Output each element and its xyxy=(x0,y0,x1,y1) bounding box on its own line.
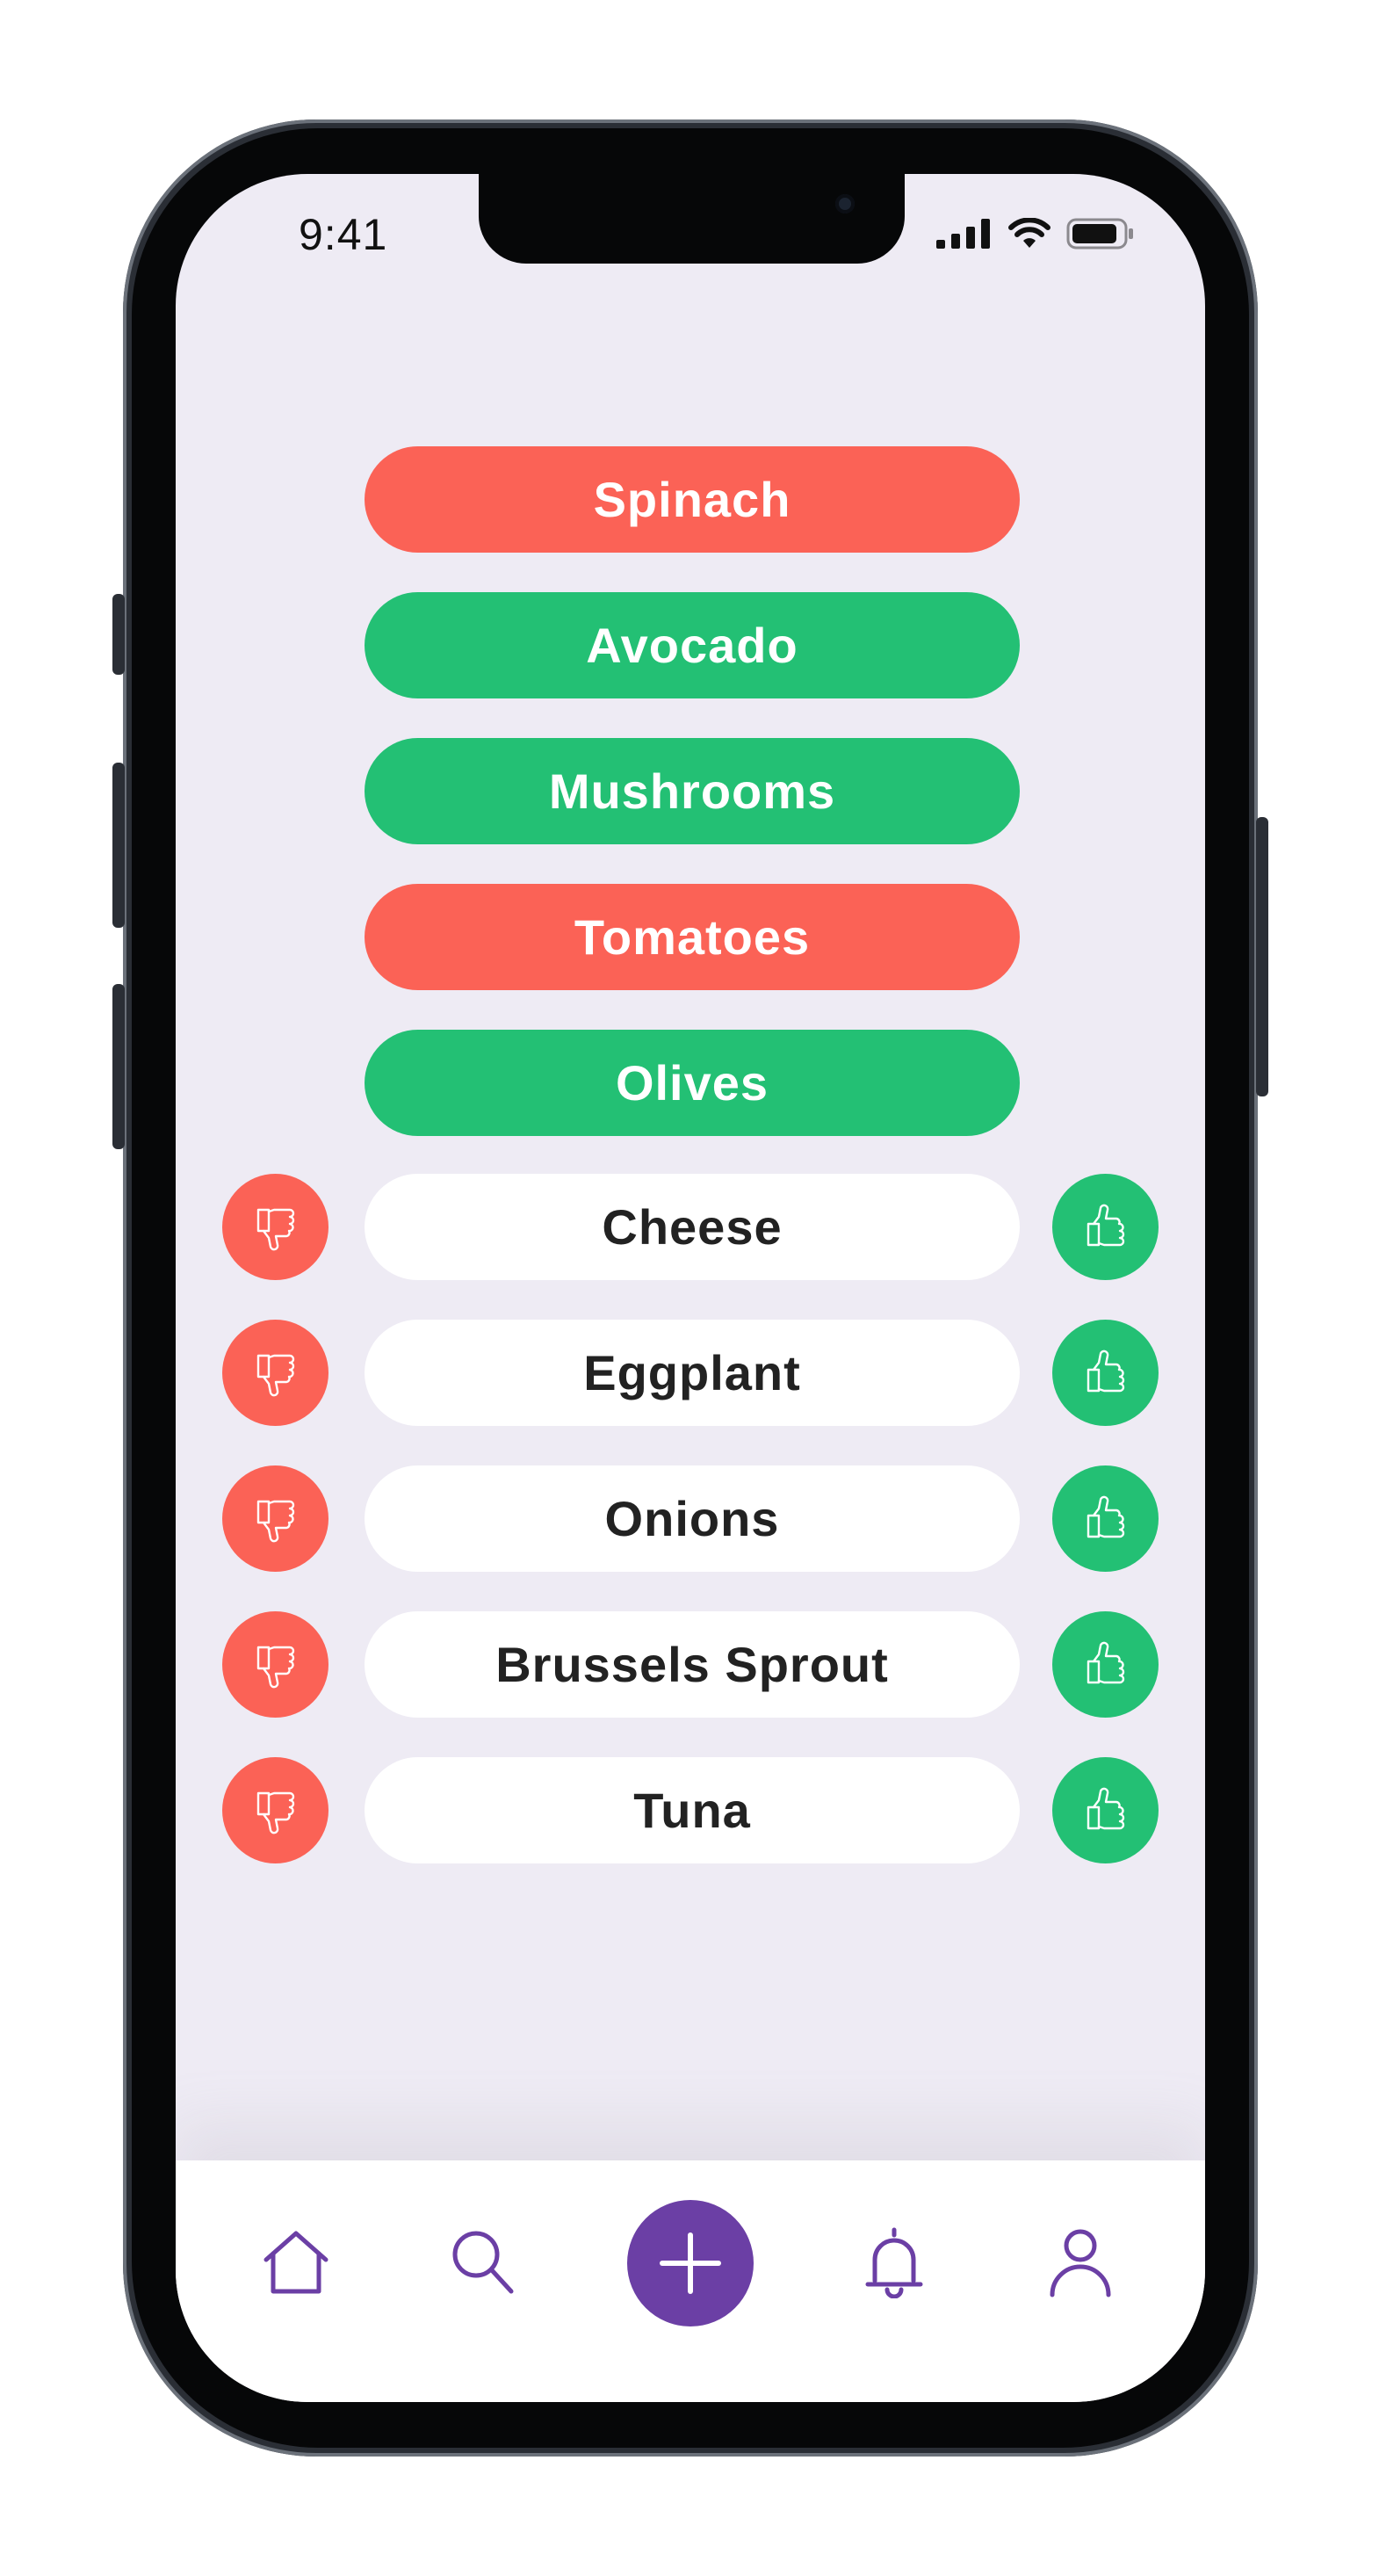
thumbs-up-icon xyxy=(1087,1350,1124,1392)
front-camera xyxy=(835,194,855,213)
tab-notifications[interactable] xyxy=(855,2222,934,2301)
volume-up-button xyxy=(112,763,125,928)
thumbs-up-icon xyxy=(1087,1787,1124,1829)
like-button-cheese[interactable] xyxy=(1052,1174,1159,1280)
like-button-tuna[interactable] xyxy=(1052,1757,1159,1863)
dislike-button-tuna[interactable] xyxy=(222,1757,329,1863)
tab-bar xyxy=(176,2160,1205,2402)
app-screen: 9:41 Spinach Avocado Mushrooms Tomatoes … xyxy=(176,174,1205,2402)
battery-icon xyxy=(1066,218,1133,250)
unrated-item-onions: Onions xyxy=(365,1465,1020,1572)
rated-item-mushrooms[interactable]: Mushrooms xyxy=(365,738,1020,844)
status-icons xyxy=(936,218,1135,250)
mute-switch xyxy=(112,594,125,675)
volume-down-button xyxy=(112,984,125,1149)
like-button-onions[interactable] xyxy=(1052,1465,1159,1572)
tab-profile[interactable] xyxy=(1041,2222,1120,2301)
like-button-brussels-sprout[interactable] xyxy=(1052,1611,1159,1718)
rated-item-tomatoes[interactable]: Tomatoes xyxy=(365,884,1020,990)
unrated-item-cheese: Cheese xyxy=(365,1174,1020,1280)
search-icon xyxy=(452,2231,514,2294)
tab-search[interactable] xyxy=(444,2222,523,2301)
power-button xyxy=(1256,817,1268,1096)
thumbs-up-icon xyxy=(1087,1641,1124,1683)
dislike-button-brussels-sprout[interactable] xyxy=(222,1611,329,1718)
rated-item-olives[interactable]: Olives xyxy=(365,1030,1020,1136)
thumbs-up-icon xyxy=(1087,1495,1124,1538)
status-time: 9:41 xyxy=(299,210,388,259)
dislike-button-onions[interactable] xyxy=(222,1465,329,1572)
rated-item-spinach[interactable]: Spinach xyxy=(365,446,1020,553)
unrated-item-tuna: Tuna xyxy=(365,1757,1020,1863)
dislike-button-cheese[interactable] xyxy=(222,1174,329,1280)
add-button[interactable] xyxy=(627,2200,754,2326)
bell-icon xyxy=(865,2227,923,2298)
like-button-eggplant[interactable] xyxy=(1052,1320,1159,1426)
unrated-item-eggplant: Eggplant xyxy=(365,1320,1020,1426)
dislike-button-eggplant[interactable] xyxy=(222,1320,329,1426)
home-icon xyxy=(264,2231,329,2294)
notch xyxy=(479,174,905,264)
thumbs-down-icon xyxy=(256,1354,294,1396)
unrated-item-brussels-sprout: Brussels Sprout xyxy=(365,1611,1020,1718)
rated-item-avocado[interactable]: Avocado xyxy=(365,592,1020,698)
cellular-signal-icon xyxy=(936,219,990,249)
wifi-icon xyxy=(1008,218,1050,248)
thumbs-down-icon xyxy=(256,1500,294,1542)
user-icon xyxy=(1050,2229,1111,2297)
thumbs-down-icon xyxy=(256,1646,294,1688)
tab-home[interactable] xyxy=(256,2222,336,2301)
thumbs-down-icon xyxy=(256,1208,294,1250)
thumbs-down-icon xyxy=(256,1791,294,1834)
thumbs-up-icon xyxy=(1087,1204,1124,1246)
plus-icon xyxy=(660,2232,721,2294)
